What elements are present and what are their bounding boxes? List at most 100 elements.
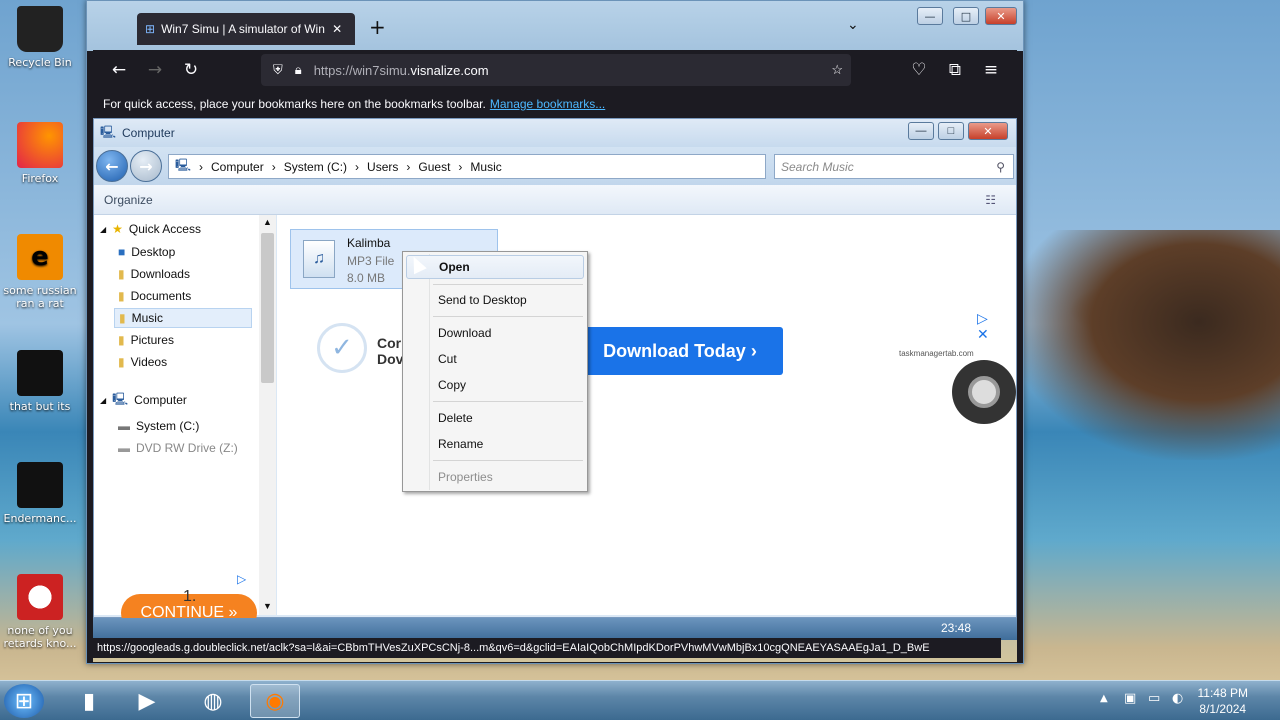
desktop-folder-icon: ■: [118, 245, 126, 259]
menu-icon[interactable]: ≡: [973, 54, 1009, 86]
tray-arrow-icon[interactable]: ▲: [1100, 693, 1108, 704]
organize-button[interactable]: Organize: [104, 193, 153, 207]
explorer-titlebar: 🖳 Computer — □ ✕: [94, 119, 1016, 147]
tab-list-button[interactable]: ⌄: [847, 17, 859, 33]
sidebar-item-dvd-drive[interactable]: ▬ DVD RW Drive (Z:): [114, 438, 252, 458]
desktop-icon-ie[interactable]: e some russian ran a rat: [0, 234, 80, 310]
menu-item-cut[interactable]: Cut: [406, 347, 584, 371]
star-icon: ★: [112, 222, 123, 236]
desktop-icon-firefox[interactable]: Firefox: [0, 122, 80, 185]
sidebar-item-music[interactable]: ▮ Music: [114, 308, 252, 328]
system-clock[interactable]: 11:48 PM 8/1/2024: [1198, 685, 1248, 717]
ad-download-button[interactable]: Download Today ›: [577, 327, 783, 375]
network-icon[interactable]: ▭: [1148, 691, 1160, 706]
expand-arrow-icon: ◢: [100, 395, 107, 405]
mp3-file-icon: ♫: [303, 240, 335, 278]
sidebar-scrollbar[interactable]: ▲ ▼: [259, 215, 276, 615]
app-icon: [17, 574, 63, 620]
shield-icon: ⛨: [273, 62, 283, 77]
scroll-down-icon[interactable]: ▼: [263, 601, 272, 611]
breadcrumb-users[interactable]: Users: [367, 160, 398, 174]
sidebar-item-desktop[interactable]: ■ Desktop: [114, 242, 252, 262]
forward-icon[interactable]: →: [137, 54, 173, 86]
scroll-up-icon[interactable]: ▲: [263, 217, 272, 227]
page-number: 1.: [183, 588, 197, 605]
volume-icon[interactable]: ◐: [1172, 691, 1183, 706]
folder-icon: ▮: [118, 333, 125, 347]
breadcrumb-music[interactable]: Music: [470, 160, 501, 174]
menu-item-rename[interactable]: Rename: [406, 432, 584, 456]
ad-choices-close-icon[interactable]: ▷ ✕: [977, 311, 997, 343]
search-icon: ⚲: [996, 159, 1005, 174]
context-menu: Open Send to Desktop Download Cut Copy D…: [402, 251, 588, 492]
sidebar-item-pictures[interactable]: ▮ Pictures: [114, 330, 252, 350]
loading-spinner-icon: [952, 360, 1016, 424]
sidebar-item-system-c[interactable]: ▬ System (C:): [114, 416, 252, 436]
taskbar-app-icon[interactable]: ▮: [64, 684, 114, 718]
browser-tabstrip: ⊞ Win7 Simu | A simulator of Win ✕ + ⌄ —…: [87, 1, 1023, 51]
minimize-button[interactable]: —: [917, 7, 943, 25]
breadcrumb-guest[interactable]: Guest: [418, 160, 450, 174]
lock-icon: 🔒︎: [294, 62, 302, 77]
sidebar-item-documents[interactable]: ▮ Documents: [114, 286, 252, 306]
desktop-icon-endermanch[interactable]: Endermanc...: [0, 462, 80, 525]
tab-win7simu[interactable]: ⊞ Win7 Simu | A simulator of Win ✕: [137, 13, 355, 45]
search-input[interactable]: Search Music ⚲: [774, 154, 1014, 179]
tray-app-icon[interactable]: ▣: [1124, 691, 1136, 706]
menu-item-delete[interactable]: Delete: [406, 406, 584, 430]
menu-item-open[interactable]: Open: [406, 255, 584, 279]
explorer-maximize-button[interactable]: □: [938, 122, 964, 140]
address-bar[interactable]: 🖳 › Computer › System (C:) › Users › Guest ›…: [168, 154, 766, 179]
globe-icon[interactable]: ◍: [188, 684, 238, 718]
explorer-minimize-button[interactable]: —: [908, 122, 934, 140]
ie-icon: e: [17, 234, 63, 280]
shortcut-icon: [17, 350, 63, 396]
bookmark-star-icon[interactable]: ☆: [831, 62, 843, 78]
view-options-icon[interactable]: ☷: [985, 193, 996, 207]
chevron-right-icon: ›: [458, 159, 463, 174]
chevron-right-icon: ›: [406, 159, 411, 174]
sidebar-item-downloads[interactable]: ▮ Downloads: [114, 264, 252, 284]
breadcrumb-computer[interactable]: Computer: [211, 160, 264, 174]
menu-item-send-to-desktop[interactable]: Send to Desktop: [406, 288, 584, 312]
menu-item-download[interactable]: Download: [406, 321, 584, 345]
menu-item-properties[interactable]: Properties: [406, 465, 584, 489]
win7simu-favicon-icon: ⊞: [145, 22, 156, 36]
ad-site-label: taskmanagertab.com: [899, 349, 974, 358]
navigation-toolbar: ← → ↻ ⛨ 🔒︎ https://win7simu.visnalize.co…: [93, 50, 1017, 90]
sidebar-item-videos[interactable]: ▮ Videos: [114, 352, 252, 372]
recycle-bin-icon: [17, 6, 63, 52]
explorer-forward-icon[interactable]: →: [130, 150, 162, 182]
menu-item-copy[interactable]: Copy: [406, 373, 584, 397]
taskbar: ⊞ ▮ ▶ ◍ ◉ ▲ ▣ ▭ ◐ 11:48 PM 8/1/2024: [0, 680, 1280, 720]
new-tab-button[interactable]: +: [369, 15, 386, 39]
url-bar[interactable]: ⛨ 🔒︎ https://win7simu.visnalize.com ☆: [261, 54, 851, 86]
check-circle-icon: ✓: [317, 323, 367, 373]
desktop-icon-none[interactable]: none of you retards kno...: [0, 574, 80, 650]
scrollbar-thumb[interactable]: [261, 233, 274, 383]
start-button-icon[interactable]: ⊞: [4, 684, 44, 718]
maximize-button[interactable]: □: [953, 7, 979, 25]
breadcrumb-system-c[interactable]: System (C:): [284, 160, 347, 174]
command-bar: Organize ☷: [94, 185, 1016, 215]
desktop-icon-recycle-bin[interactable]: Recycle Bin: [0, 6, 80, 69]
simulator-taskbar: 23:48: [93, 618, 1017, 640]
reload-icon[interactable]: ↻: [173, 54, 209, 86]
chevron-right-icon: ›: [199, 159, 204, 174]
explorer-close-button[interactable]: ✕: [968, 122, 1008, 140]
manage-bookmarks-link[interactable]: Manage bookmarks...: [490, 97, 605, 111]
close-tab-icon[interactable]: ✕: [332, 22, 342, 36]
pocket-icon[interactable]: ♡: [901, 54, 937, 86]
sidebar-item-quick-access[interactable]: ◢ ★ Quick Access: [100, 219, 201, 239]
folder-icon: ▮: [118, 355, 125, 369]
sidebar-item-computer[interactable]: ◢ 🖳 Computer: [100, 390, 187, 410]
folder-icon: ▮: [119, 311, 126, 325]
firefox-taskbar-icon[interactable]: ◉: [250, 684, 300, 718]
explorer-back-icon[interactable]: ←: [96, 150, 128, 182]
close-button[interactable]: ✕: [985, 7, 1017, 25]
media-player-icon[interactable]: ▶: [122, 684, 172, 718]
back-icon[interactable]: ←: [101, 54, 137, 86]
desktop-icon-shortcut[interactable]: that but its: [0, 350, 80, 413]
ad-choices-icon[interactable]: ▷: [237, 572, 246, 586]
extensions-icon[interactable]: ⧉: [937, 54, 973, 86]
